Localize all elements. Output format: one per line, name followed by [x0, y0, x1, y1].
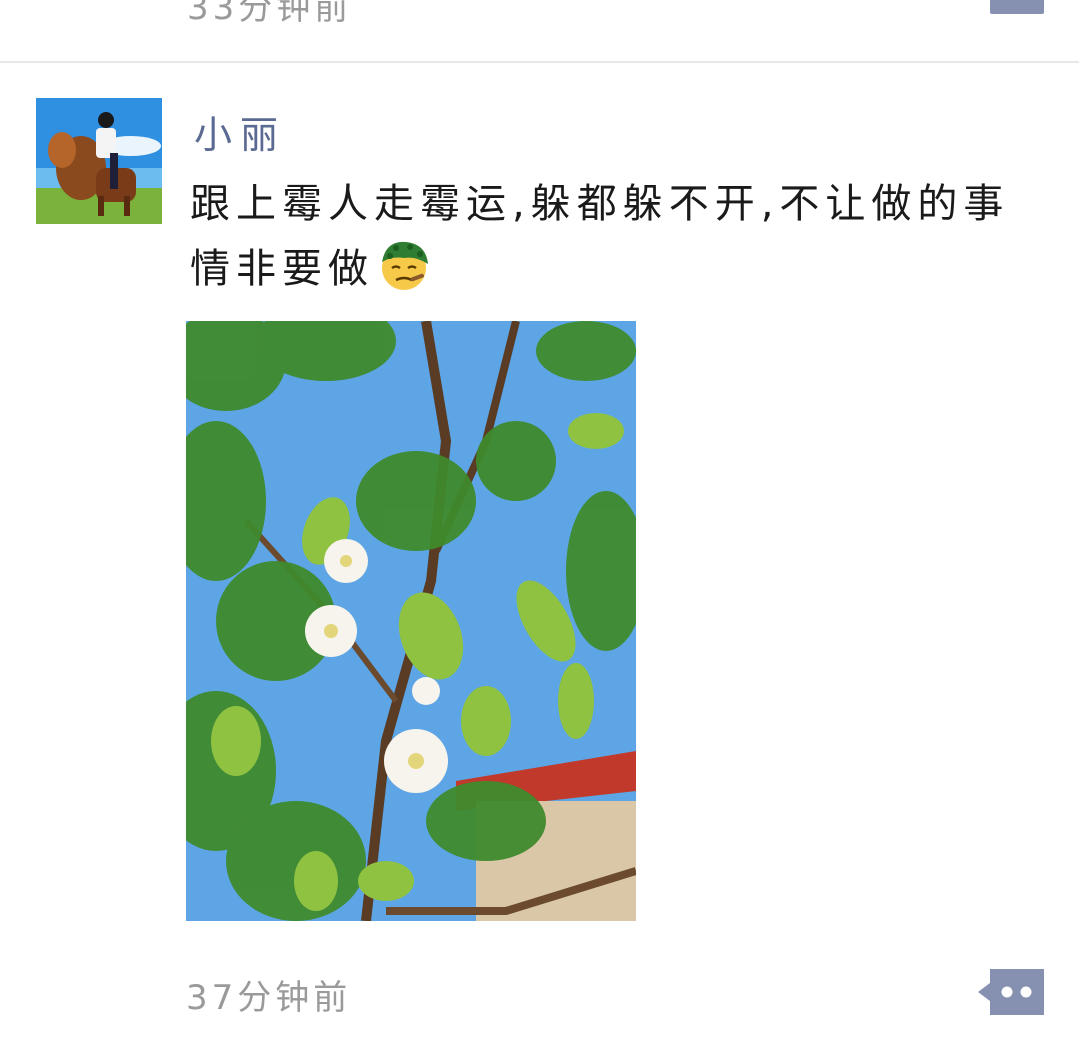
- previous-post-footer: 33分钟前: [0, 0, 1079, 62]
- previous-post-time: 33分钟前: [187, 0, 353, 28]
- comment-more-button[interactable]: [978, 969, 1044, 1015]
- avatar-image: [36, 98, 162, 224]
- more-dots-icon: [978, 969, 1044, 1015]
- post-time: 37分钟前: [186, 978, 352, 1018]
- previous-post-more-button[interactable]: [990, 0, 1044, 14]
- username[interactable]: 小丽: [194, 104, 286, 159]
- divider: [0, 61, 1079, 63]
- blossom-photo-image: [186, 321, 636, 921]
- zany-face-with-green-hat-icon: [382, 241, 428, 290]
- post-photo[interactable]: [186, 321, 636, 921]
- avatar[interactable]: [36, 98, 162, 224]
- post-text-container: 跟上霉人走霉运,躲都躲不开,不让做的事情非要做: [190, 172, 1040, 301]
- post-text: 跟上霉人走霉运,躲都躲不开,不让做的事情非要做: [190, 181, 1010, 292]
